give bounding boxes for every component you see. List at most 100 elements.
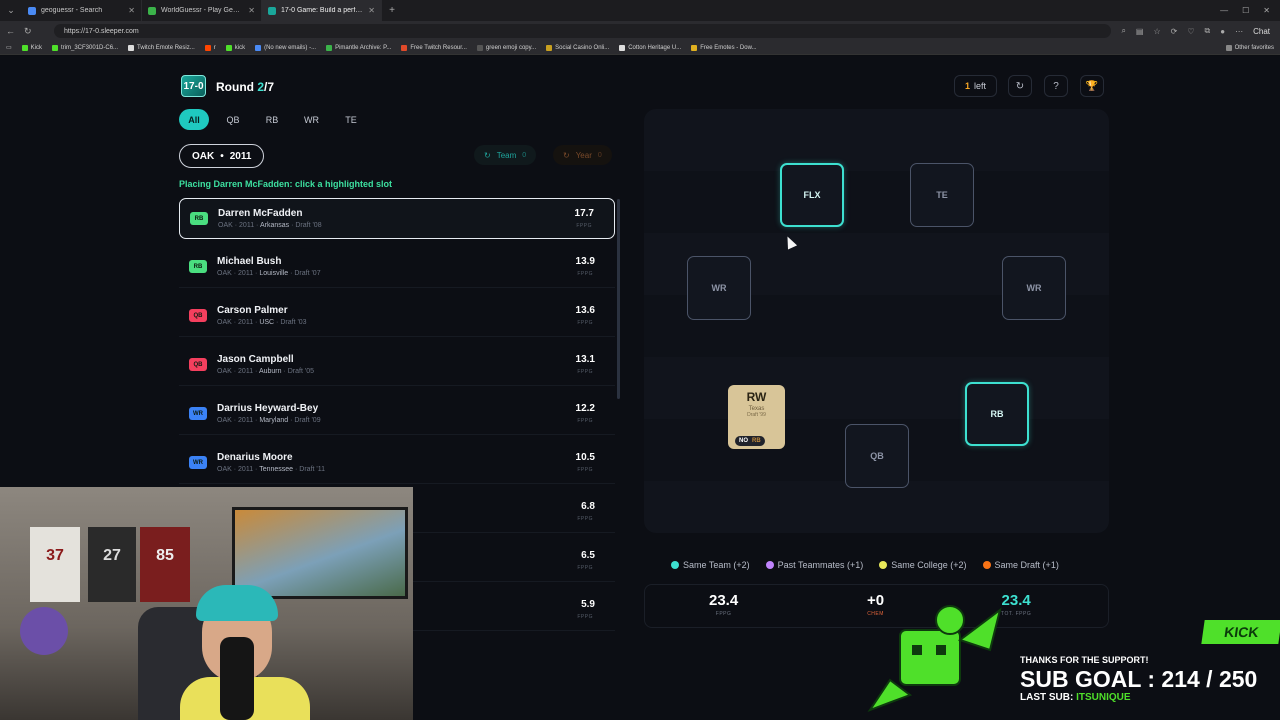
player-meta: OAK · 2011 · Auburn · Draft '05 [217,368,314,375]
player-fppg-label: FPPG [577,271,593,277]
tab-close-icon[interactable]: ✕ [128,6,135,15]
chip-team: OAK [192,150,215,162]
player-row-selected[interactable]: RB Darren McFadden OAK · 2011 · Arkansas ·… [179,198,615,239]
maximize-icon[interactable]: ☐ [1242,6,1249,15]
player-row[interactable]: QB Carson Palmer OAK · 2011 · USC · Draft … [179,296,615,337]
help-button[interactable]: ? [1044,75,1068,97]
player-name: Jason Campbell [217,354,294,365]
tab-title: WorldGuessr - Play Geoguessr for free [161,7,243,14]
placing-instruction: Placing Darren McFadden: click a highlig… [179,179,393,189]
bookmark-item[interactable]: Free Twitch Resour... [401,44,467,51]
remaining-label: left [974,81,987,91]
round-total: /7 [264,80,275,94]
star-icon[interactable]: ☆ [1153,27,1160,36]
trophy-button[interactable]: 🏆 [1080,75,1104,97]
placed-player-card[interactable]: RW Texas Draft '99 NO RB [728,385,785,449]
favorites-icon[interactable]: ♡ [1187,27,1194,36]
sub-goal-overlay: THANKS FOR THE SUPPORT! SUB GOAL : 214 /… [1010,652,1280,718]
round-indicator: Round 2/7 [216,80,274,94]
player-row[interactable]: WR Denarius Moore OAK · 2011 · Tennessee ·… [179,443,615,484]
player-name: Darren McFadden [218,208,303,219]
browser-tab[interactable]: geoguessr - Search ✕ [22,0,142,21]
window-close-icon[interactable]: ✕ [1263,6,1270,15]
bookmark-item[interactable]: Free Emotes - Dow... [691,44,757,51]
collections-icon[interactable]: ⧉ [1205,26,1211,36]
tab-close-icon[interactable]: ✕ [248,6,255,15]
tab-title: 17-0 Game: Build a perfect Fantasy [281,7,364,14]
position-badge: QB [189,358,207,371]
player-meta: OAK · 2011 · Arkansas · Draft '08 [218,222,322,229]
bookmark-favicon-icon [204,44,211,51]
bookmark-item[interactable]: kick [225,44,245,51]
filter-qb[interactable]: QB [218,109,248,130]
reader-icon[interactable]: ▤ [1136,27,1144,36]
other-favorites[interactable]: Other favorites [1225,44,1280,51]
filter-all[interactable]: All [179,109,209,130]
bookmark-favicon-icon [255,44,262,51]
bookmark-item[interactable]: r [204,44,216,51]
tab-close-icon[interactable]: ✕ [368,6,375,15]
browser-tab-active[interactable]: 17-0 Game: Build a perfect Fantasy ✕ [262,0,382,21]
player-list-scrollbar[interactable] [617,199,620,399]
legend-item: Same Team (+2) [671,560,750,570]
bookmark-item[interactable]: Kick [21,44,42,51]
bookmark-item[interactable]: Cotton Heritage U... [619,44,681,51]
chemistry-legend: Same Team (+2) Past Teammates (+1) Same … [671,560,1059,570]
bookmark-item[interactable]: Social Casino Onli... [546,44,609,51]
slot-qb[interactable]: QB [845,424,909,488]
slot-wr-right[interactable]: WR [1002,256,1066,320]
last-sub-label: LAST SUB: [1020,692,1074,703]
bookmark-item[interactable]: trim_3CF3001D-C6... [52,44,118,51]
position-filters: All QB RB WR TE [179,109,366,130]
team-pill-label: Team [496,150,517,160]
kick-mascot-icon [867,605,1002,713]
back-icon[interactable]: ← [6,26,15,37]
minimize-icon[interactable]: — [1220,6,1228,15]
zoom-icon[interactable]: ⌕ [1121,26,1125,36]
webcam-overlay: 37 27 85 [0,487,413,720]
new-tab-icon[interactable]: + [382,5,402,16]
bookmark-favicon-icon [52,44,59,51]
reload-icon[interactable]: ↻ [24,26,32,37]
chat-button[interactable]: Chat [1253,27,1270,36]
extensions-icon[interactable]: ⟳ [1171,27,1178,36]
slot-te[interactable]: TE [910,163,974,227]
player-fppg-label: FPPG [577,516,593,522]
team-reroll-pill[interactable]: ↻ Team 0 [474,145,537,165]
help-icon: ? [1053,80,1059,92]
url-field[interactable]: https://17-0.sleeper.com [54,24,1112,38]
player-fppg-label: FPPG [577,369,593,375]
field-stripe [644,171,1109,233]
player-name: Denarius Moore [217,452,293,463]
browser-tab-bar: ⌄ geoguessr - Search ✕ WorldGuessr - Pla… [0,0,1280,21]
bookmark-item[interactable]: green emoji copy... [476,44,536,51]
bookmark-favicon-icon [401,44,408,51]
trophy-icon: 🏆 [1085,80,1099,92]
bookmark-item[interactable]: (No new emails) -... [255,44,316,51]
tab-title: geoguessr - Search [41,7,103,14]
refresh-button[interactable]: ↻ [1008,75,1032,97]
player-row[interactable]: WR Darrius Heyward-Bey OAK · 2011 · Maryla… [179,394,615,435]
year-pill-label: Year [575,150,592,160]
bookmark-item[interactable]: Pimantle Archive: P... [326,44,391,51]
year-reroll-pill[interactable]: ↻ Year 0 [553,145,612,165]
profile-avatar[interactable]: ● [1220,27,1225,36]
slot-rb[interactable]: RB [965,382,1029,446]
player-row[interactable]: RB Michael Bush OAK · 2011 · Louisville · … [179,247,615,288]
player-fppg: 12.2 [575,403,595,414]
bookmark-favicon-icon [691,44,698,51]
bookmark-item[interactable]: Twitch Emote Resiz... [128,44,195,51]
position-badge: RB [190,212,208,225]
slot-flex[interactable]: FLX [780,163,844,227]
slot-wr-left[interactable]: WR [687,256,751,320]
filter-te[interactable]: TE [336,109,366,130]
player-row[interactable]: QB Jason Campbell OAK · 2011 · Auburn · Dr… [179,345,615,386]
more-icon[interactable]: ⋯ [1235,27,1243,36]
tab-menu-icon[interactable]: ⌄ [0,5,22,16]
remaining-count: 1 [965,81,971,91]
filter-rb[interactable]: RB [257,109,287,130]
filter-wr[interactable]: WR [296,109,327,130]
tab-favicon-icon [28,6,36,15]
bookmarks-bar-start-icon: ▭ [6,45,12,51]
browser-tab[interactable]: WorldGuessr - Play Geoguessr for free ✕ [142,0,262,21]
